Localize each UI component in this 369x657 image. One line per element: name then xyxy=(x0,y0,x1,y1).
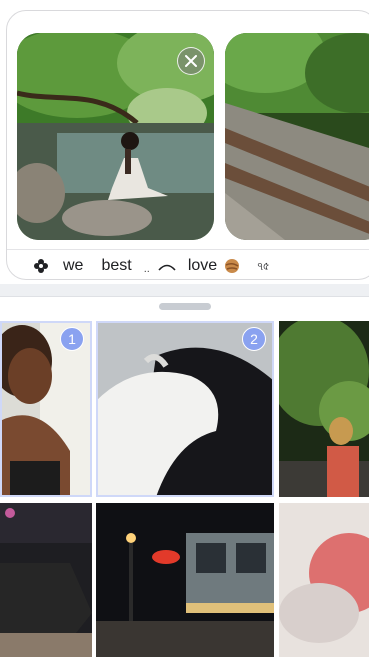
suggestion-emoji[interactable] xyxy=(223,250,241,279)
photo-picker-sheet: 1 2 xyxy=(0,296,369,657)
flower-icon xyxy=(34,259,48,273)
keyboard-suggestion-bar: we best .. love ঀ৫ xyxy=(7,247,369,279)
remove-attachment-button[interactable] xyxy=(177,47,205,75)
selection-badge-1: 1 xyxy=(60,327,84,351)
night-street-photo xyxy=(0,503,92,657)
close-icon xyxy=(185,55,197,67)
suggestion-arc[interactable] xyxy=(158,250,176,279)
photo-tile-selfie[interactable]: 1 xyxy=(0,321,92,497)
photo-tile-red-blur[interactable] xyxy=(279,503,369,657)
message-composer: we best .. love ঀ৫ xyxy=(6,10,369,280)
suggestion-flower[interactable] xyxy=(33,250,49,279)
attachment-photo-railway[interactable] xyxy=(225,33,369,240)
planet-emoji-icon xyxy=(225,259,240,273)
suggestion-word-2[interactable]: best xyxy=(101,250,131,279)
photo-tile-night-street[interactable] xyxy=(0,503,92,657)
red-blur-photo xyxy=(279,503,369,657)
photo-tile-woman-in-trees[interactable] xyxy=(279,321,369,497)
suggestion-glyph[interactable]: ঀ৫ xyxy=(257,250,269,279)
selection-badge-2: 2 xyxy=(242,327,266,351)
photo-tile-horses[interactable]: 2 xyxy=(96,321,274,497)
railway-photo xyxy=(225,33,369,240)
suggestion-word-3[interactable]: love xyxy=(188,250,217,279)
suggestion-word-1[interactable]: we xyxy=(63,250,83,279)
woman-in-trees-photo xyxy=(279,321,369,497)
drag-handle[interactable] xyxy=(159,303,211,310)
neon-sign-truck-photo xyxy=(96,503,274,657)
arc-icon xyxy=(158,264,176,271)
suggestion-dots[interactable]: .. xyxy=(144,247,150,279)
photo-tile-neon-sign-truck[interactable] xyxy=(96,503,274,657)
